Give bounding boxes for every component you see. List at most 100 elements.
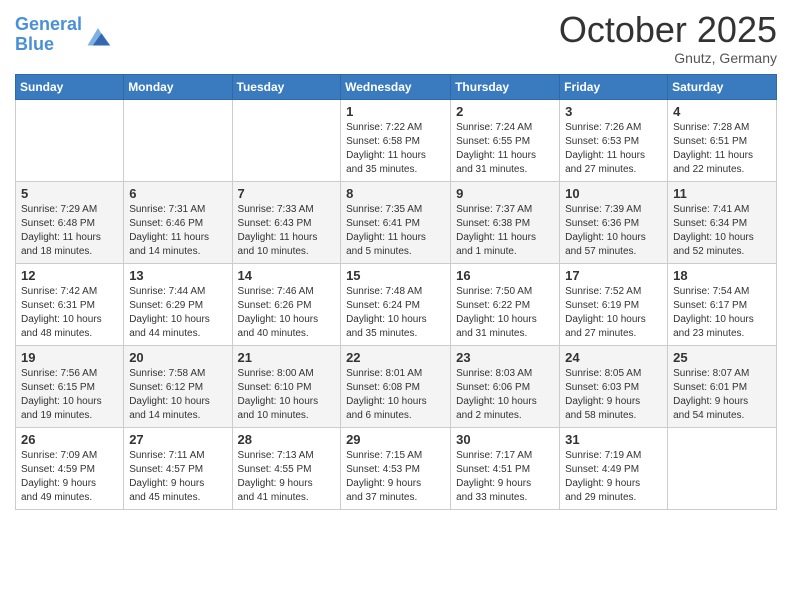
day-number: 2 [456,104,554,119]
calendar-day-cell: 21 Sunrise: 8:00 AM Sunset: 6:10 PM Dayli… [232,345,341,427]
calendar-day-cell: 3 Sunrise: 7:26 AM Sunset: 6:53 PM Daylig… [560,99,668,181]
day-number: 5 [21,186,118,201]
logo-text: General Blue [15,15,112,55]
day-info: Sunrise: 7:22 AM Sunset: 6:58 PM Dayligh… [346,121,445,177]
title-block: October 2025 Gnutz, Germany [559,10,777,66]
calendar-day-cell: 7Sunrise: 7:33 AM Sunset: 6:43 PM Daylig… [232,181,341,263]
day-number: 24 [565,350,662,365]
calendar-header-thursday: Thursday [451,74,560,99]
day-info: Sunrise: 7:46 AM Sunset: 6:26 PM Dayligh… [238,285,336,341]
day-number: 21 [238,350,336,365]
day-info: Sunrise: 8:01 AM Sunset: 6:08 PM Dayligh… [346,367,445,423]
day-number: 26 [21,432,118,447]
calendar-day-cell: 6 Sunrise: 7:31 AM Sunset: 6:46 PM Daylig… [124,181,232,263]
day-info: Sunrise: 7:41 AM Sunset: 6:34 PM Dayligh… [673,203,771,259]
day-info: Sunrise: 7:17 AM Sunset: 4:51 PM Dayligh… [456,449,554,505]
calendar-day-cell: 12 Sunrise: 7:42 AM Sunset: 6:31 PM Dayli… [16,263,124,345]
day-info: Sunrise: 7:29 AM Sunset: 6:48 PM Dayligh… [21,203,118,259]
day-info: Sunrise: 7:24 AM Sunset: 6:55 PM Dayligh… [456,121,554,177]
calendar-day-cell: 9 Sunrise: 7:37 AM Sunset: 6:38 PM Daylig… [451,181,560,263]
day-number: 8 [346,186,445,201]
logo-icon [84,21,112,49]
calendar-empty-cell [232,99,341,181]
day-info: Sunrise: 8:03 AM Sunset: 6:06 PM Dayligh… [456,367,554,423]
day-info: Sunrise: 7:52 AM Sunset: 6:19 PM Dayligh… [565,285,662,341]
calendar-week-row: 19 Sunrise: 7:56 AM Sunset: 6:15 PM Dayli… [16,345,777,427]
day-number: 11 [673,186,771,201]
header: General Blue October 2025 Gnutz, Germany [15,10,777,66]
day-info: Sunrise: 7:39 AM Sunset: 6:36 PM Dayligh… [565,203,662,259]
month-title: October 2025 [559,10,777,50]
calendar-day-cell: 2 Sunrise: 7:24 AM Sunset: 6:55 PM Daylig… [451,99,560,181]
calendar-day-cell: 24Sunrise: 8:05 AM Sunset: 6:03 PM Dayli… [560,345,668,427]
day-info: Sunrise: 7:56 AM Sunset: 6:15 PM Dayligh… [21,367,118,423]
day-number: 27 [129,432,226,447]
day-info: Sunrise: 7:44 AM Sunset: 6:29 PM Dayligh… [129,285,226,341]
day-number: 9 [456,186,554,201]
day-number: 12 [21,268,118,283]
calendar-day-cell: 23 Sunrise: 8:03 AM Sunset: 6:06 PM Dayli… [451,345,560,427]
calendar-empty-cell [668,427,777,509]
calendar-day-cell: 17 Sunrise: 7:52 AM Sunset: 6:19 PM Dayli… [560,263,668,345]
day-number: 30 [456,432,554,447]
day-number: 16 [456,268,554,283]
calendar-table: SundayMondayTuesdayWednesdayThursdayFrid… [15,74,777,510]
subtitle: Gnutz, Germany [559,50,777,66]
day-number: 6 [129,186,226,201]
calendar-day-cell: 27 Sunrise: 7:11 AM Sunset: 4:57 PM Dayli… [124,427,232,509]
day-info: Sunrise: 7:37 AM Sunset: 6:38 PM Dayligh… [456,203,554,259]
calendar-day-cell: 26 Sunrise: 7:09 AM Sunset: 4:59 PM Dayli… [16,427,124,509]
calendar-header-tuesday: Tuesday [232,74,341,99]
day-info: Sunrise: 7:50 AM Sunset: 6:22 PM Dayligh… [456,285,554,341]
calendar-day-cell: 13 Sunrise: 7:44 AM Sunset: 6:29 PM Dayli… [124,263,232,345]
calendar-day-cell: 14 Sunrise: 7:46 AM Sunset: 6:26 PM Dayli… [232,263,341,345]
day-number: 13 [129,268,226,283]
day-info: Sunrise: 7:26 AM Sunset: 6:53 PM Dayligh… [565,121,662,177]
calendar-header-sunday: Sunday [16,74,124,99]
calendar-header-saturday: Saturday [668,74,777,99]
calendar-day-cell: 22 Sunrise: 8:01 AM Sunset: 6:08 PM Dayli… [341,345,451,427]
calendar-empty-cell [124,99,232,181]
day-number: 18 [673,268,771,283]
day-info: Sunrise: 8:00 AM Sunset: 6:10 PM Dayligh… [238,367,336,423]
day-number: 17 [565,268,662,283]
calendar-day-cell: 16 Sunrise: 7:50 AM Sunset: 6:22 PM Dayli… [451,263,560,345]
logo-line1: General [15,14,82,34]
day-number: 7 [238,186,336,201]
day-number: 23 [456,350,554,365]
logo-line2: Blue [15,34,54,54]
calendar-day-cell: 20 Sunrise: 7:58 AM Sunset: 6:12 PM Dayli… [124,345,232,427]
day-info: Sunrise: 7:42 AM Sunset: 6:31 PM Dayligh… [21,285,118,341]
page: General Blue October 2025 Gnutz, Germany… [0,0,792,612]
day-number: 22 [346,350,445,365]
day-info: Sunrise: 7:54 AM Sunset: 6:17 PM Dayligh… [673,285,771,341]
calendar-day-cell: 31Sunrise: 7:19 AM Sunset: 4:49 PM Dayli… [560,427,668,509]
day-number: 3 [565,104,662,119]
calendar-header-monday: Monday [124,74,232,99]
calendar-day-cell: 4Sunrise: 7:28 AM Sunset: 6:51 PM Daylig… [668,99,777,181]
day-number: 31 [565,432,662,447]
logo: General Blue [15,15,112,55]
day-info: Sunrise: 7:58 AM Sunset: 6:12 PM Dayligh… [129,367,226,423]
day-info: Sunrise: 7:11 AM Sunset: 4:57 PM Dayligh… [129,449,226,505]
calendar-week-row: 26 Sunrise: 7:09 AM Sunset: 4:59 PM Dayli… [16,427,777,509]
day-number: 20 [129,350,226,365]
calendar-day-cell: 29 Sunrise: 7:15 AM Sunset: 4:53 PM Dayli… [341,427,451,509]
calendar-header-friday: Friday [560,74,668,99]
day-info: Sunrise: 8:07 AM Sunset: 6:01 PM Dayligh… [673,367,771,423]
day-number: 15 [346,268,445,283]
day-info: Sunrise: 7:48 AM Sunset: 6:24 PM Dayligh… [346,285,445,341]
day-info: Sunrise: 7:09 AM Sunset: 4:59 PM Dayligh… [21,449,118,505]
day-number: 19 [21,350,118,365]
day-number: 1 [346,104,445,119]
day-info: Sunrise: 7:15 AM Sunset: 4:53 PM Dayligh… [346,449,445,505]
calendar-day-cell: 8 Sunrise: 7:35 AM Sunset: 6:41 PM Daylig… [341,181,451,263]
day-number: 14 [238,268,336,283]
day-number: 29 [346,432,445,447]
calendar-day-cell: 19 Sunrise: 7:56 AM Sunset: 6:15 PM Dayli… [16,345,124,427]
day-info: Sunrise: 7:35 AM Sunset: 6:41 PM Dayligh… [346,203,445,259]
calendar-day-cell: 1 Sunrise: 7:22 AM Sunset: 6:58 PM Daylig… [341,99,451,181]
calendar-day-cell: 28Sunrise: 7:13 AM Sunset: 4:55 PM Dayli… [232,427,341,509]
day-number: 28 [238,432,336,447]
day-info: Sunrise: 7:31 AM Sunset: 6:46 PM Dayligh… [129,203,226,259]
